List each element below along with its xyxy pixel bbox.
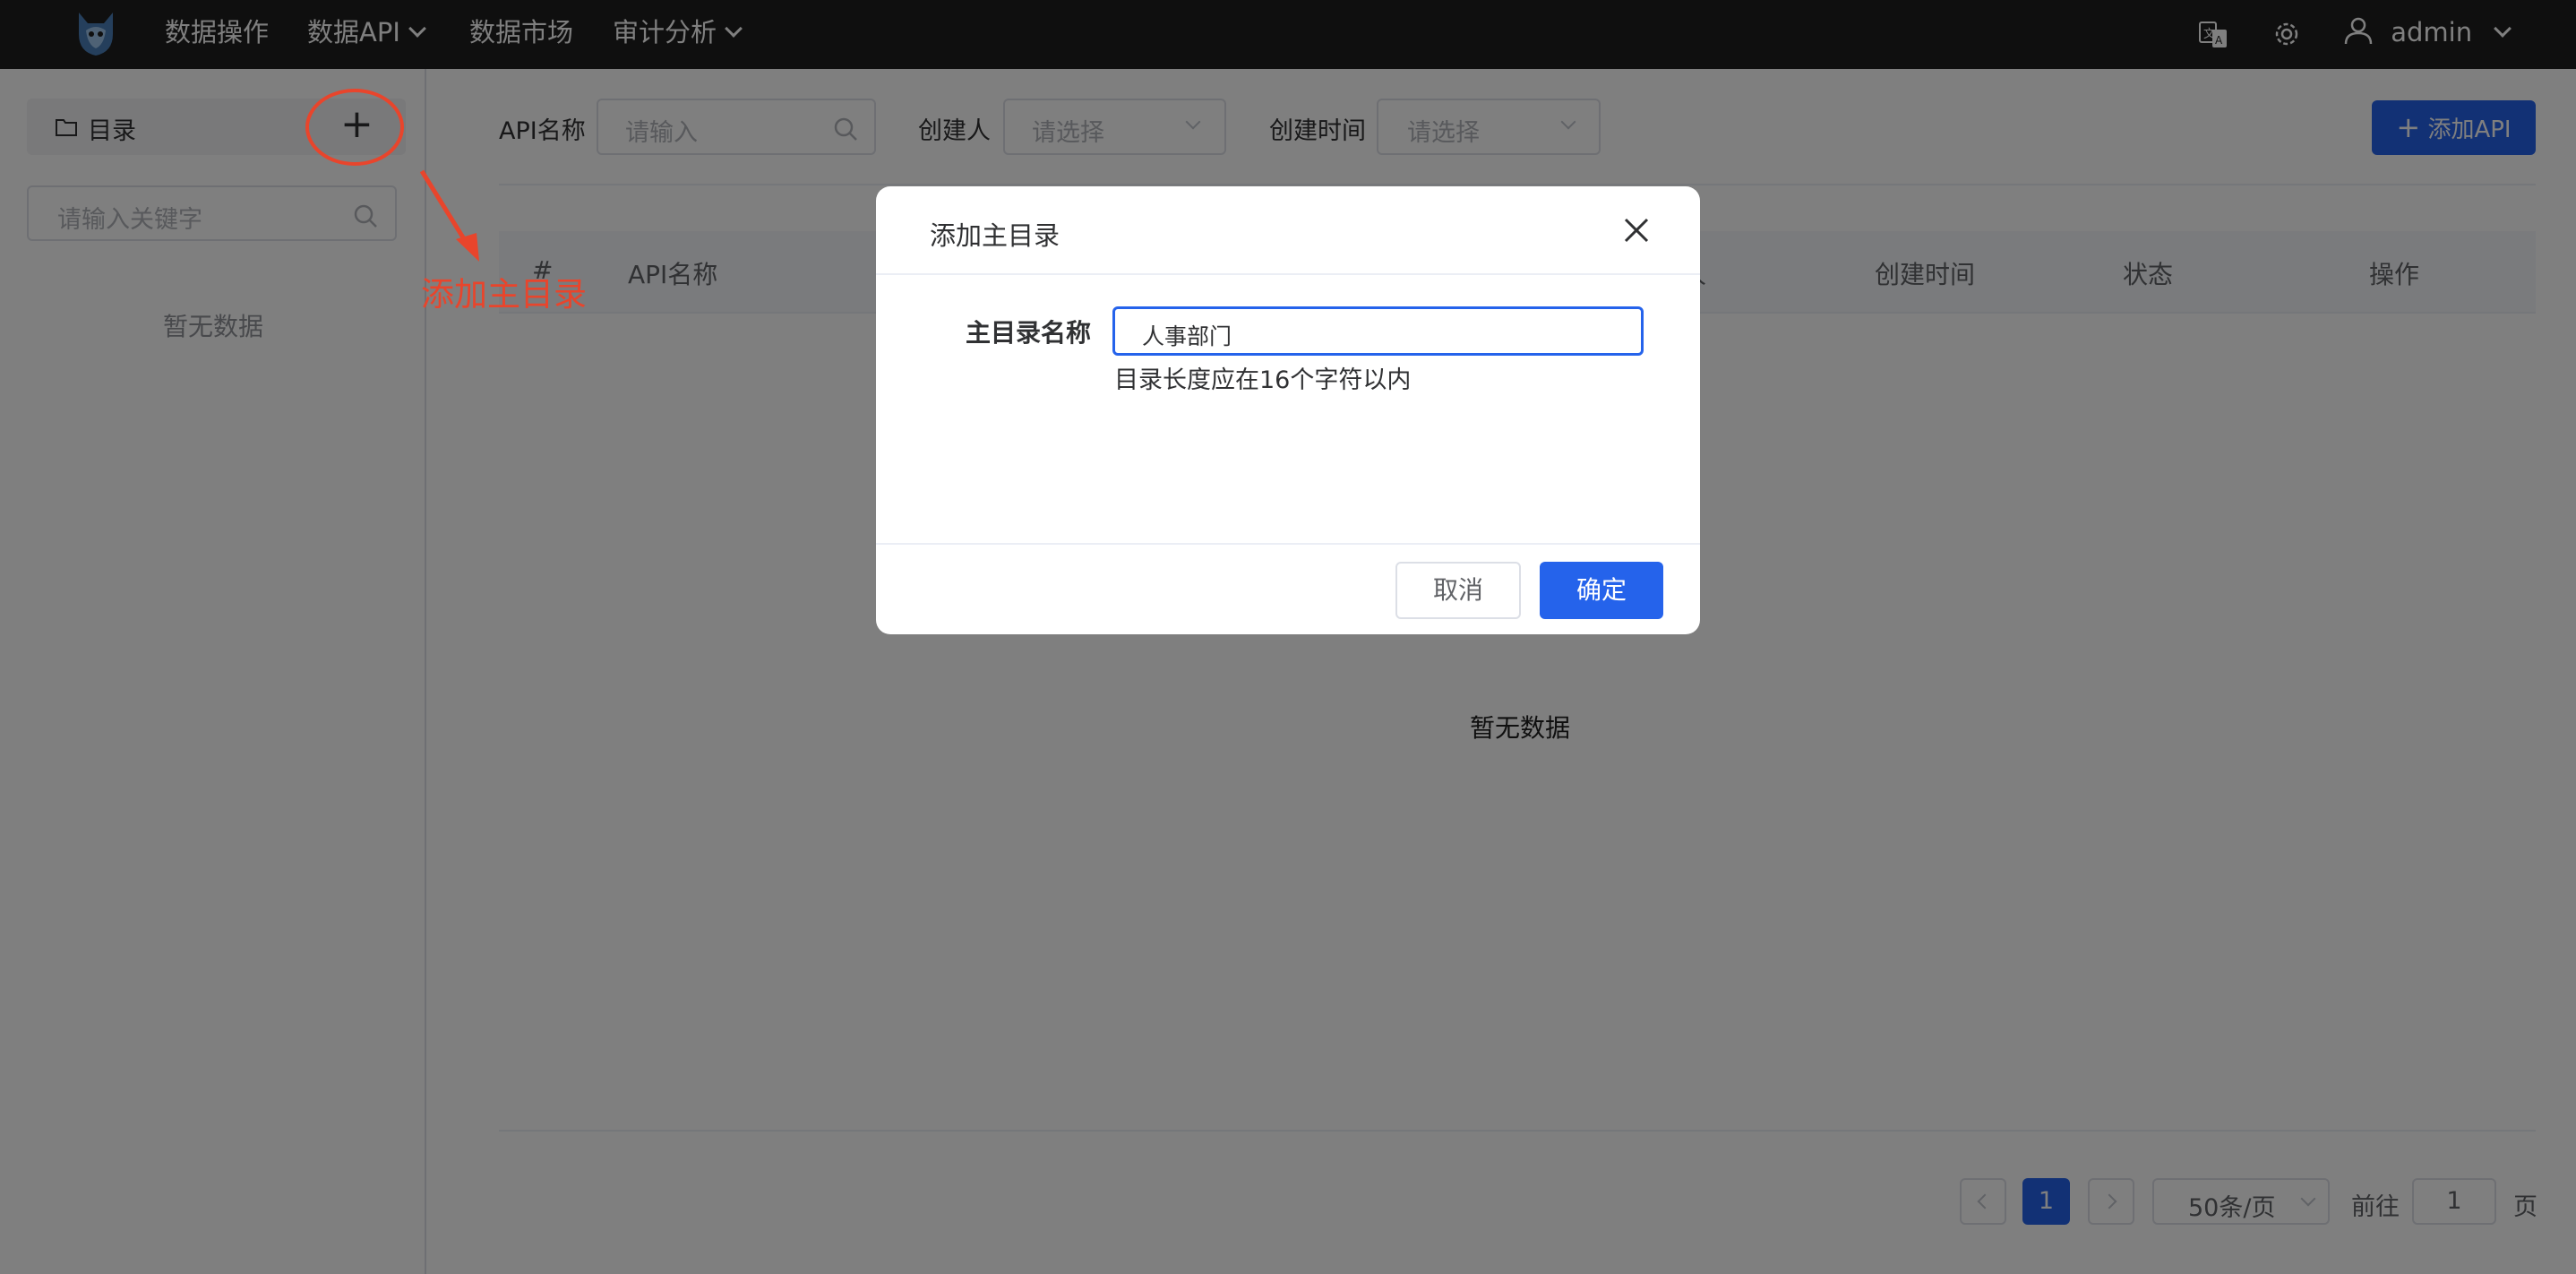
directory-name-hint: 目录长度应在16个字符以内 (1114, 366, 1412, 394)
add-directory-dialog: 添加主目录 主目录名称 人事部门 目录长度应在16个字符以内 取消 确定 (876, 186, 1700, 634)
dialog-footer-divider (876, 543, 1700, 545)
directory-name-label: 主目录名称 (966, 318, 1092, 348)
highlight-circle (305, 89, 404, 166)
annotation-label: 添加主目录 (421, 275, 587, 314)
directory-name-value: 人事部门 (1142, 323, 1232, 349)
arrow-head (456, 233, 479, 262)
directory-name-input[interactable]: 人事部门 (1112, 306, 1644, 356)
annotation-markup (305, 89, 479, 262)
confirm-button[interactable]: 确定 (1540, 562, 1663, 619)
dialog-header-divider (876, 273, 1700, 275)
close-icon[interactable] (1623, 217, 1650, 244)
cancel-button[interactable]: 取消 (1395, 562, 1521, 619)
dialog-title: 添加主目录 (930, 220, 1060, 251)
